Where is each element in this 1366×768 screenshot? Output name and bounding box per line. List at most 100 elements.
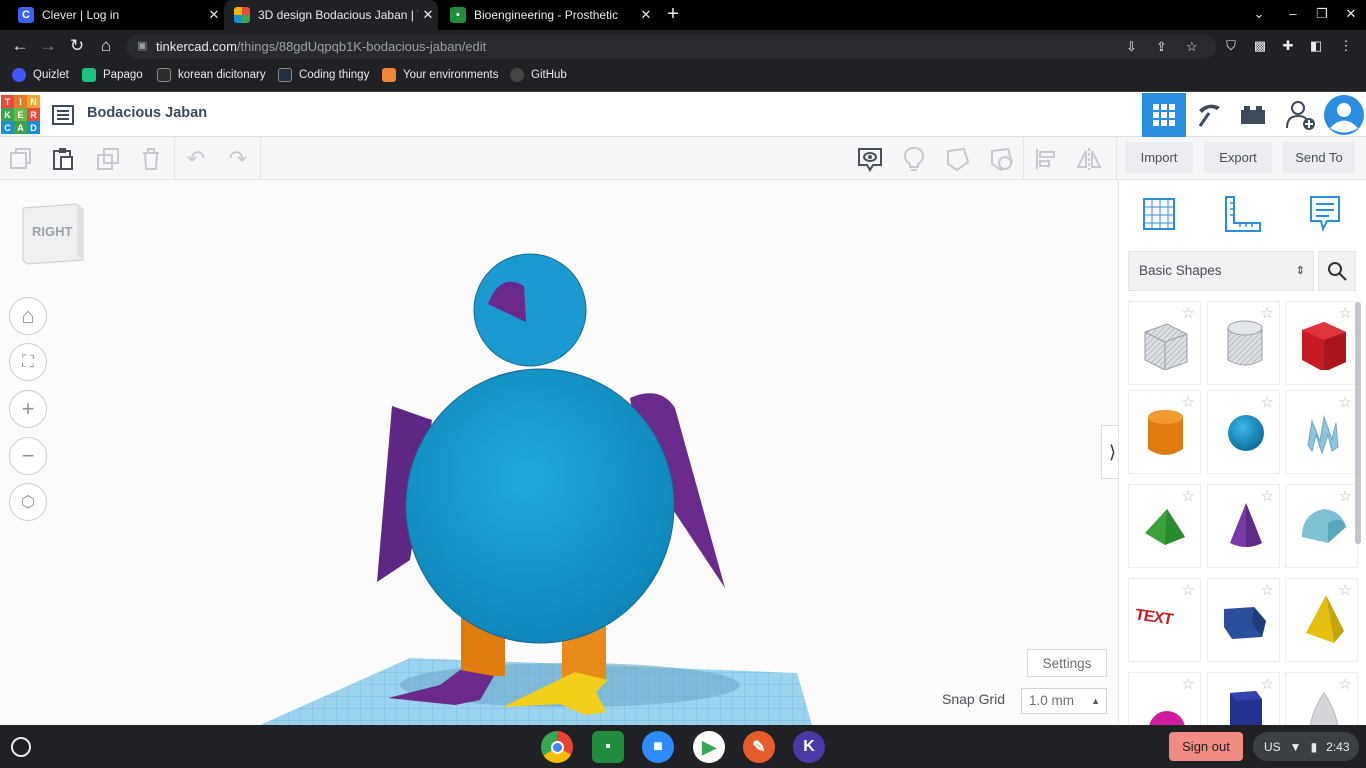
shape-roof[interactable]: ☆ (1128, 484, 1201, 568)
shape-paraboloid[interactable]: ☆ (1285, 672, 1358, 725)
close-tab-icon[interactable]: ✕ (418, 7, 438, 23)
mirror-icon[interactable] (1076, 146, 1102, 172)
status-tray[interactable]: US ▼ ▮ 2:43 (1253, 732, 1359, 761)
settings-button[interactable]: Settings (1027, 649, 1107, 677)
user-avatar[interactable] (1322, 93, 1366, 137)
shape-polygon[interactable]: ☆ (1207, 578, 1280, 662)
export-button[interactable]: Export (1204, 142, 1272, 173)
address-bar[interactable]: ▣ tinkercad.com/things/88gdUqpqb1K-bodac… (126, 34, 1216, 59)
shape-category-select[interactable]: Basic Shapes ⇕ (1128, 251, 1314, 291)
bookmark-your-environments[interactable]: Your environments (382, 68, 498, 82)
forward-icon[interactable]: → (38, 37, 58, 55)
workplane-viewport[interactable]: RIGHT ⌂ ⛶ + − ⬡ Settings Snap Grid 1.0 m… (0, 180, 1118, 725)
sign-out-button[interactable]: Sign out (1169, 732, 1243, 761)
bookmark-korean-dictionary[interactable]: korean dicitonary (157, 68, 266, 82)
minimize-button[interactable]: – (1283, 6, 1303, 21)
bookmark-coding-thingy[interactable]: Coding thingy (278, 68, 369, 82)
tab-tinkercad[interactable]: 3D design Bodacious Jaban | Tin ✕ (224, 0, 438, 30)
import-button[interactable]: Import (1125, 142, 1193, 173)
sketch-app-icon[interactable]: ✎ (743, 731, 775, 763)
shape-text[interactable]: ☆ TEXT (1128, 578, 1201, 662)
bookmark-quizlet[interactable]: Quizlet (12, 68, 69, 82)
chrome-menu-icon[interactable]: ⋮ (1338, 38, 1354, 54)
install-app-icon[interactable]: ⇩ (1126, 34, 1137, 59)
paste-icon[interactable] (50, 146, 76, 172)
add-user-icon[interactable] (1279, 93, 1323, 137)
tab-clever[interactable]: C Clever | Log in ✕ (8, 2, 224, 28)
bookmark-label: Papago (103, 69, 143, 81)
shape-box[interactable]: ☆ (1285, 301, 1358, 385)
snap-grid-select[interactable]: 1.0 mm ▲ (1021, 688, 1107, 714)
kahoot-app-icon[interactable]: K (793, 731, 825, 763)
shape-round-roof[interactable]: ☆ (1285, 484, 1358, 568)
tinkercad-logo[interactable]: T I N K E R C A D (1, 95, 41, 135)
design-menu-icon[interactable] (41, 93, 85, 137)
lightbulb-icon[interactable] (901, 146, 927, 172)
ruler-icon[interactable] (1222, 194, 1262, 234)
extension-icon[interactable]: ▩ (1252, 38, 1268, 54)
shape-search-button[interactable] (1318, 251, 1356, 291)
show-all-icon[interactable] (857, 146, 883, 172)
duplicate-icon[interactable] (95, 146, 121, 172)
reload-icon[interactable]: ↻ (67, 37, 87, 55)
shape-hole-icon[interactable] (989, 146, 1015, 172)
toolbar-divider (1116, 137, 1117, 180)
close-window-button[interactable]: ✕ (1341, 6, 1361, 22)
chrome-app-icon[interactable] (541, 731, 573, 763)
search-icon (1328, 262, 1347, 281)
launcher-icon[interactable] (11, 737, 31, 757)
maximize-button[interactable]: ❐ (1312, 6, 1332, 22)
shape-sphere[interactable]: ☆ (1207, 390, 1280, 474)
tab-classroom[interactable]: ▪ Bioengineering - Prosthetic ✕ (440, 2, 656, 28)
close-tab-icon[interactable]: ✕ (204, 7, 224, 23)
send-to-button[interactable]: Send To (1283, 142, 1355, 173)
shape-text-label: TEXT (1135, 606, 1172, 629)
shield-extension-icon[interactable]: ⛉ (1223, 38, 1239, 54)
tab-search-icon[interactable]: ⌄ (1249, 6, 1269, 22)
shape-cone[interactable]: ☆ (1207, 484, 1280, 568)
notes-icon[interactable] (1305, 194, 1345, 234)
panel-scrollbar[interactable] (1355, 302, 1361, 544)
bookmark-papago[interactable]: Papago (82, 68, 143, 82)
shape-cylinder-hole[interactable]: ☆ (1207, 301, 1280, 385)
shape-scribble[interactable]: ☆ (1285, 390, 1358, 474)
shape-box-hole[interactable]: ☆ (1128, 301, 1201, 385)
align-icon[interactable] (1033, 146, 1059, 172)
bookmark-star-icon[interactable]: ☆ (1186, 34, 1198, 59)
copy-icon[interactable] (8, 146, 34, 172)
share-icon[interactable]: ⇪ (1156, 34, 1167, 59)
delete-icon[interactable] (138, 146, 164, 172)
classroom-app-icon[interactable]: ▪ (592, 731, 624, 763)
tab-title: Bioengineering - Prosthetic (474, 8, 619, 22)
redo-icon[interactable]: ↷ (225, 146, 251, 172)
shape-hexagonal-prism[interactable]: ☆ (1207, 672, 1280, 725)
papago-icon (82, 68, 96, 82)
close-tab-icon[interactable]: ✕ (636, 7, 656, 23)
home-icon[interactable]: ⌂ (96, 37, 116, 55)
collapse-panel-button[interactable]: ⟩ (1101, 425, 1118, 479)
site-info-icon[interactable]: ▣ (137, 34, 147, 59)
3d-scene[interactable] (0, 180, 1118, 725)
bookmark-label: Quizlet (33, 69, 69, 81)
shape-cylinder[interactable]: ☆ (1128, 390, 1201, 474)
shape-solid-icon[interactable] (945, 146, 971, 172)
shape-half-sphere[interactable]: ☆ (1128, 672, 1201, 725)
3d-view-grid-icon[interactable] (1142, 93, 1186, 137)
puzzle-extensions-icon[interactable]: ✚ (1280, 38, 1296, 54)
side-panel-icon[interactable]: ◧ (1308, 38, 1324, 54)
zoom-app-icon[interactable]: ■ (642, 731, 674, 763)
workplane-icon[interactable] (1139, 194, 1179, 234)
back-icon[interactable]: ← (10, 37, 30, 55)
new-tab-button[interactable]: + (663, 3, 683, 26)
favorite-star-icon[interactable]: ☆ (1182, 581, 1195, 599)
browser-tab-strip: C Clever | Log in ✕ 3D design Bodacious … (0, 0, 1366, 30)
shape-pyramid[interactable]: ☆ (1285, 578, 1358, 662)
pickaxe-icon[interactable] (1187, 93, 1231, 137)
logo-letter: K (1, 108, 14, 121)
undo-icon[interactable]: ↶ (183, 146, 209, 172)
design-title[interactable]: Bodacious Jaban (87, 105, 207, 121)
bricks-icon[interactable] (1231, 93, 1275, 137)
bookmark-github[interactable]: GitHub (510, 68, 567, 82)
play-store-app-icon[interactable]: ▶ (693, 731, 725, 763)
chevron-right-icon: ⟩ (1108, 441, 1117, 462)
